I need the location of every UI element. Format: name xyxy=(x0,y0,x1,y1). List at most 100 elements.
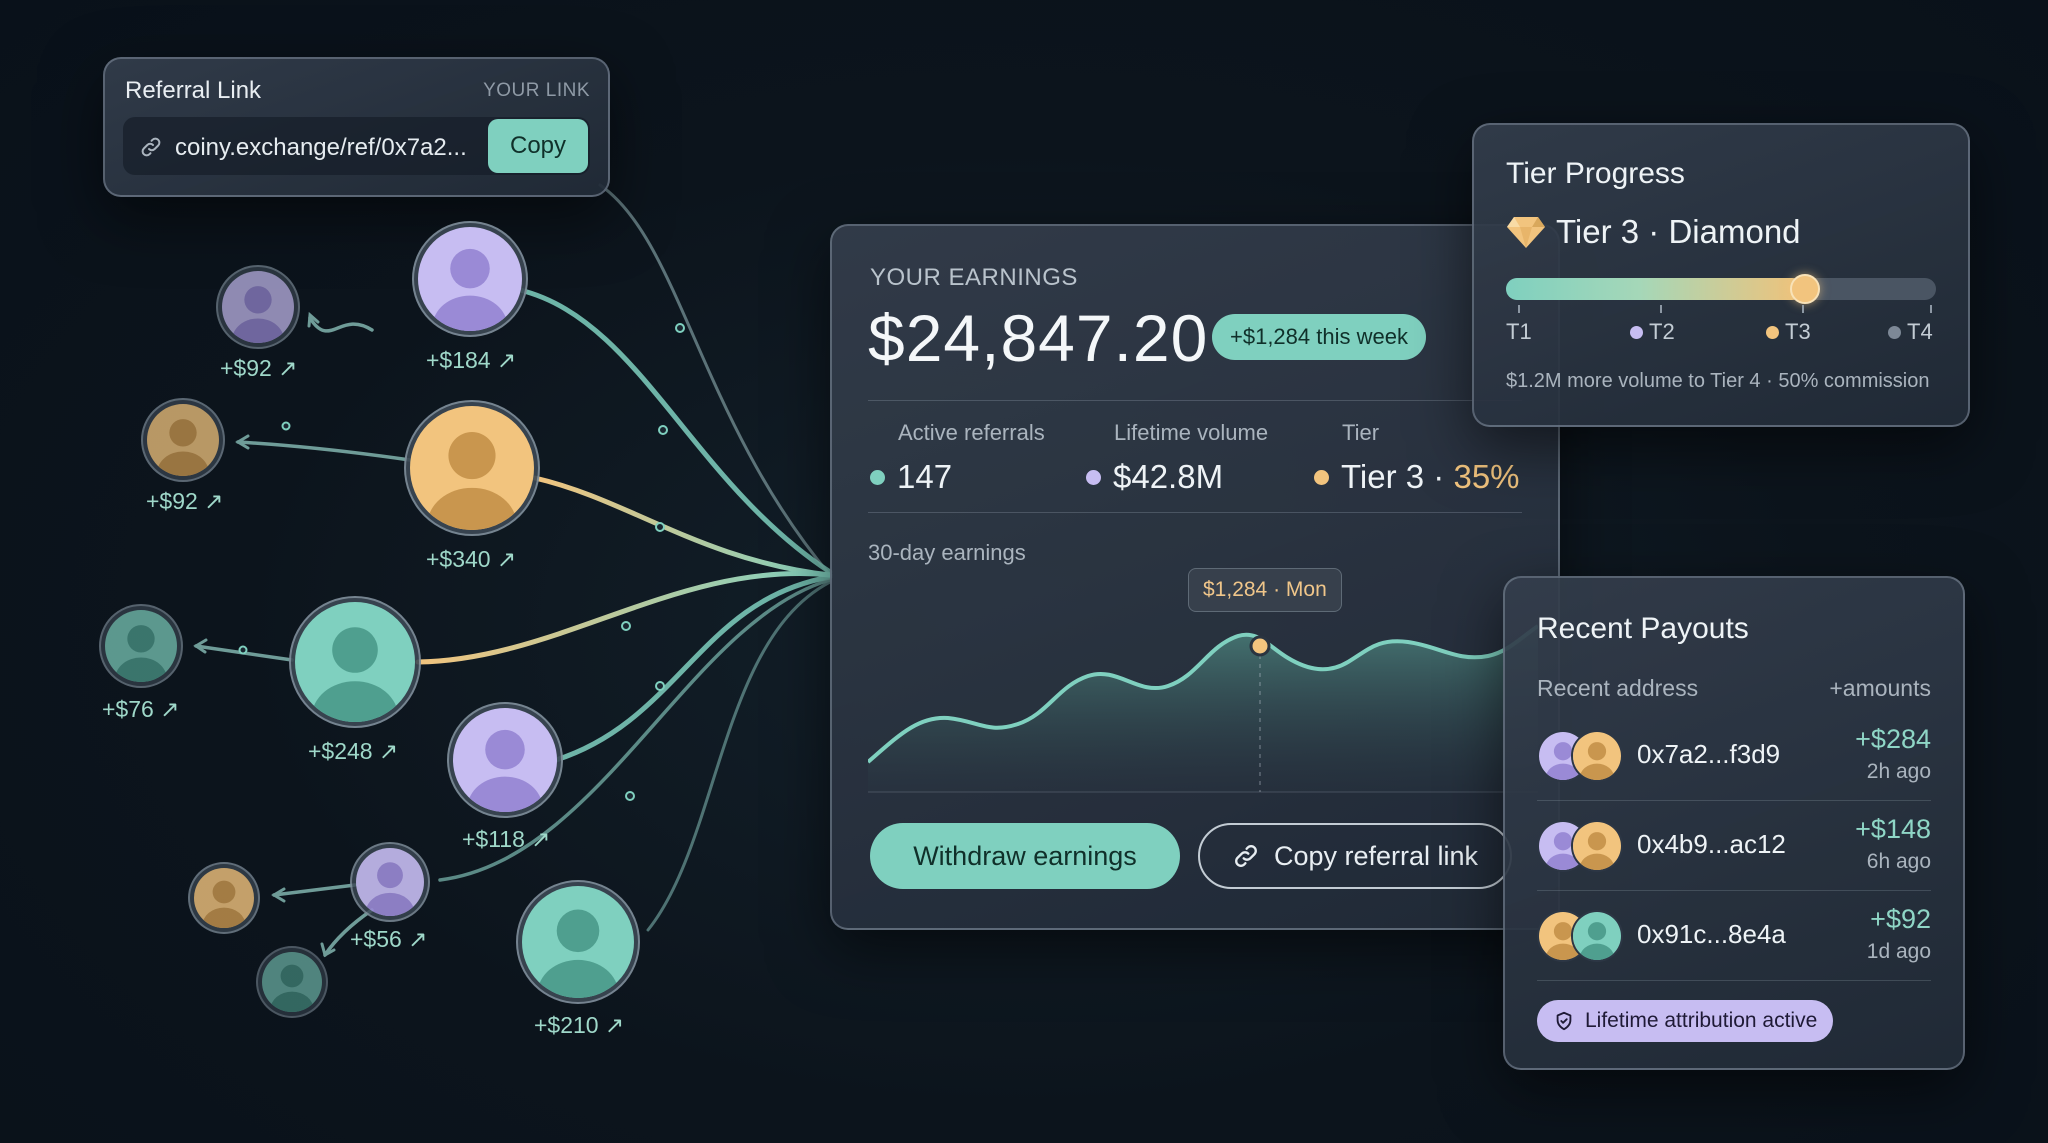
tier-tick xyxy=(1660,305,1662,313)
tier-tick xyxy=(1802,305,1804,313)
chart-label: 30-day earnings xyxy=(868,540,1026,565)
avatar xyxy=(418,227,522,331)
link-icon xyxy=(141,137,161,157)
status-dot xyxy=(1086,469,1101,485)
referral-avatar[interactable] xyxy=(188,862,260,934)
tier-card-title: Tier Progress xyxy=(1506,157,1685,190)
referral-avatar[interactable] xyxy=(516,880,640,1004)
avatar xyxy=(356,848,424,916)
referral-avatar[interactable] xyxy=(289,596,421,728)
referral-earnings-label: +$248 ↗ xyxy=(308,738,399,764)
diamond-icon xyxy=(1507,217,1545,248)
referral-avatar[interactable] xyxy=(216,265,300,349)
copy-button[interactable]: Copy xyxy=(488,119,588,173)
referral-card-caption: YOUR LINK xyxy=(483,80,590,101)
payout-row[interactable]: 0x4b9...ac12 +$148 6h ago xyxy=(1537,800,1931,891)
avatar xyxy=(1571,820,1623,872)
shield-check-icon xyxy=(1556,1011,1572,1031)
link-icon xyxy=(1235,845,1257,867)
referral-earnings-label: +$340 ↗ xyxy=(426,546,517,572)
referral-avatar[interactable] xyxy=(350,842,430,922)
payout-amount: +$92 xyxy=(1870,904,1931,934)
stat-label: Lifetime volume xyxy=(1114,420,1269,445)
avatar xyxy=(453,708,557,812)
divider xyxy=(868,512,1522,513)
referral-avatar[interactable] xyxy=(141,398,225,482)
referral-earnings-label: +$92 ↗ xyxy=(146,488,224,514)
commission-rate: 35% xyxy=(1453,458,1520,495)
tier-label-t2: T2 xyxy=(1630,319,1675,345)
avatar xyxy=(105,610,177,682)
avatar xyxy=(222,271,294,343)
attribution-badge: Lifetime attribution active xyxy=(1537,1000,1834,1042)
referral-avatar[interactable] xyxy=(99,604,183,688)
weekly-earnings-pill: +$1,284 this week xyxy=(1212,314,1426,360)
tier-progress-card: Tier Progress Tier 3 · Diamond T1 T2 T3 … xyxy=(1472,123,1970,427)
tier-tick xyxy=(1930,305,1932,313)
stat-value: Tier 3 · xyxy=(1341,458,1454,495)
tier-progress-bar xyxy=(1506,274,1936,304)
tier-label-t1: T1 xyxy=(1506,319,1532,344)
avatar xyxy=(522,886,634,998)
payout-row[interactable]: 0x91c...8e4a +$92 1d ago xyxy=(1537,890,1931,981)
avatar xyxy=(262,952,322,1012)
payout-address: 0x4b9...ac12 xyxy=(1637,829,1786,859)
payout-address: 0x7a2...f3d9 xyxy=(1637,739,1781,769)
referral-earnings-label: +$56 ↗ xyxy=(350,926,428,952)
earnings-eyebrow: YOUR EARNINGS xyxy=(870,264,1078,291)
copy-referral-link-button[interactable]: Copy referral link xyxy=(1198,823,1512,889)
payout-address: 0x91c...8e4a xyxy=(1637,919,1786,949)
stat-active-referrals: Active referrals 147 xyxy=(870,420,1045,496)
payout-amount: +$284 xyxy=(1855,724,1931,754)
stat-tier: Tier Tier 3 · 35% xyxy=(1314,420,1520,496)
avatar xyxy=(1571,730,1623,782)
column-header-address: Recent address xyxy=(1537,675,1699,701)
copy-referral-link-label: Copy referral link xyxy=(1273,840,1479,871)
avatar xyxy=(147,404,219,476)
referral-link-card: Referral Link YOUR LINK coiny.exchange/r… xyxy=(103,57,610,197)
payout-amount: +$148 xyxy=(1855,814,1931,844)
stat-value: $42.8M xyxy=(1113,458,1224,495)
referral-earnings-label: +$76 ↗ xyxy=(102,696,180,722)
avatar xyxy=(194,868,254,928)
stat-label: Active referrals xyxy=(898,420,1045,445)
status-dot xyxy=(870,469,885,485)
tier-label-t4: T4 xyxy=(1888,319,1933,345)
status-dot xyxy=(1314,469,1329,485)
stat-value: 147 xyxy=(897,458,953,495)
tier-progress-marker xyxy=(1789,274,1820,304)
avatar xyxy=(295,602,415,722)
referral-avatar[interactable] xyxy=(412,221,528,337)
payout-row[interactable]: 0x7a2...f3d9 +$284 2h ago xyxy=(1537,710,1931,801)
recent-payouts-card: Recent Payouts Recent address +amounts 0… xyxy=(1503,576,1965,1070)
column-header-amount: +amounts xyxy=(1829,675,1931,701)
referral-url: coiny.exchange/ref/0x7a2... xyxy=(175,134,467,161)
tier-upgrade-note: $1.2M more volume to Tier 4 · 50% commis… xyxy=(1506,370,1930,392)
referral-earnings-label: +$210 ↗ xyxy=(534,1012,625,1038)
referral-avatar[interactable] xyxy=(447,702,563,818)
withdraw-earnings-button[interactable]: Withdraw earnings xyxy=(870,823,1180,889)
chart-tooltip: $1,284 · Mon xyxy=(1188,568,1342,612)
divider xyxy=(868,400,1522,401)
referral-earnings-label: +$92 ↗ xyxy=(220,355,298,381)
current-tier: Tier 3 · Diamond xyxy=(1556,213,1801,250)
tier-label-t3: T3 xyxy=(1766,319,1811,345)
attribution-badge-label: Lifetime attribution active xyxy=(1585,1009,1818,1032)
payouts-card-title: Recent Payouts xyxy=(1537,612,1749,645)
referral-avatar[interactable] xyxy=(404,400,540,536)
referral-earnings-label: +$118 ↗ xyxy=(462,826,551,852)
referral-earnings-label: +$184 ↗ xyxy=(426,347,517,373)
earnings-card: YOUR EARNINGS $24,847.20 +$1,284 this we… xyxy=(830,224,1560,930)
tier-tick xyxy=(1518,305,1520,313)
referral-avatar[interactable] xyxy=(256,946,328,1018)
payout-time: 1d ago xyxy=(1866,940,1931,963)
earnings-amount: $24,847.20 xyxy=(868,301,1209,375)
avatar xyxy=(410,406,534,530)
chart-highlight-point[interactable] xyxy=(1249,635,1271,657)
payout-time: 2h ago xyxy=(1866,760,1931,783)
avatar xyxy=(1571,910,1623,962)
payout-time: 6h ago xyxy=(1866,850,1931,873)
tier-progress-fill xyxy=(1506,278,1803,300)
referral-url-field[interactable]: coiny.exchange/ref/0x7a2... Copy xyxy=(123,117,590,175)
stat-lifetime-volume: Lifetime volume $42.8M xyxy=(1086,420,1268,496)
